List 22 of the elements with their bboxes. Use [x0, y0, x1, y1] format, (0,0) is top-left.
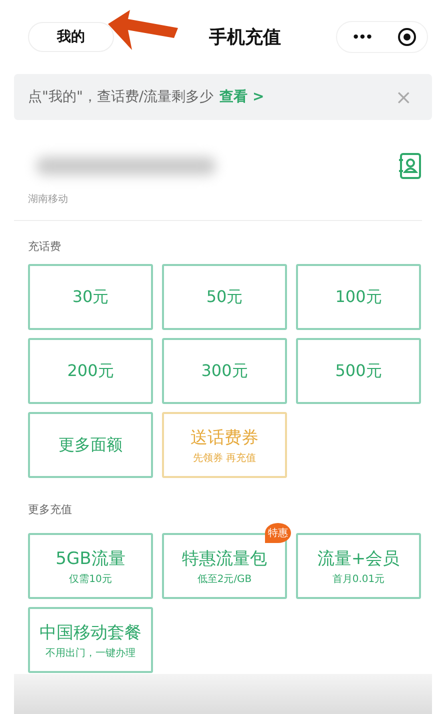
amount-option[interactable]: 更多面额: [28, 412, 153, 478]
section-heading: 充话费: [28, 239, 61, 254]
amount-option[interactable]: 100元: [296, 264, 421, 330]
amount-option[interactable]: 30元: [28, 264, 153, 330]
amount-option[interactable]: 500元: [296, 338, 421, 404]
view-link[interactable]: 查看 >: [220, 88, 264, 106]
amount-option[interactable]: 200元: [28, 338, 153, 404]
more-button[interactable]: •••: [337, 29, 387, 45]
section-heading: 更多充值: [28, 502, 72, 517]
amount-option[interactable]: 300元: [162, 338, 287, 404]
plan-option[interactable]: 流量+会员 首月0.01元: [296, 533, 421, 599]
close-button[interactable]: ×: [389, 84, 418, 110]
page-title: 手机充值: [208, 26, 282, 49]
plan-option[interactable]: 5GB流量 仅需10元: [28, 533, 153, 599]
amount-option[interactable]: 50元: [162, 264, 287, 330]
plan-option[interactable]: 中国移动套餐 不用出门，一键办理: [28, 607, 153, 673]
contacts-icon[interactable]: [398, 152, 422, 180]
promo-badge: 特惠: [265, 523, 291, 543]
notice-text: 点"我的"，查话费/流量剩多少: [28, 88, 214, 106]
back-button[interactable]: 我的: [28, 22, 114, 52]
coupon-option[interactable]: 送话费券 先领券 再充值: [162, 412, 287, 478]
carrier-label: 湖南移动: [14, 188, 422, 221]
